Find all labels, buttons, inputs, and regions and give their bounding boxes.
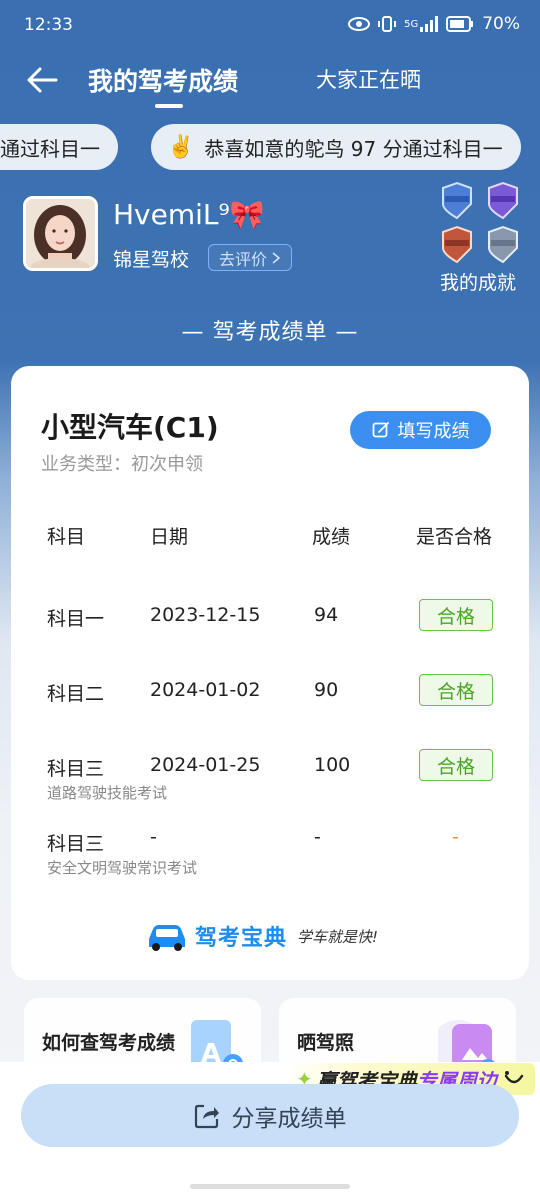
vibrate-icon	[378, 15, 397, 33]
badge-icon	[488, 181, 518, 220]
back-button[interactable]	[22, 60, 62, 100]
achievement-badges	[437, 180, 523, 264]
row-score: 100	[314, 754, 351, 776]
active-tab-indicator	[155, 104, 183, 108]
rate-school-button[interactable]: 去评价	[208, 244, 293, 271]
home-indicator[interactable]	[190, 1184, 350, 1189]
row-subject-note: 道路驾驶技能考试	[47, 784, 168, 802]
fill-score-button[interactable]: 填写成绩	[350, 411, 491, 449]
score-card: 小型汽车(C1) 业务类型：初次申领 填写成绩 科目 日期 成绩 是否合格 科目…	[11, 366, 529, 980]
marquee-text: 恭喜如意的鸵鸟 97 分通过科目一	[204, 136, 503, 161]
badge-icon	[442, 181, 472, 220]
row-date: -	[150, 826, 157, 848]
eye-icon	[348, 17, 371, 31]
signal-icon: 5G	[404, 16, 439, 32]
pass-badge: 合格	[419, 674, 493, 706]
my-achievements-button[interactable]: 我的成就	[433, 180, 523, 294]
fill-score-label: 填写成绩	[397, 421, 470, 442]
marquee-text: 通过科目一	[0, 136, 100, 161]
row-date: 2024-01-25	[150, 754, 261, 776]
congrats-marquee: 通过科目一 ✌️ 恭喜如意的鸵鸟 97 分通过科目一	[0, 124, 540, 170]
row-score: 94	[314, 604, 339, 626]
marquee-item: 通过科目一	[0, 124, 118, 170]
row-subject: 科目三	[47, 833, 105, 855]
row-subject-note: 安全文明驾驶常识考试	[47, 859, 198, 877]
tab-my-scores[interactable]: 我的驾考成绩	[88, 62, 238, 98]
column-header-pass: 是否合格	[416, 526, 493, 548]
row-result: -	[452, 826, 459, 848]
network-label: 5G	[404, 18, 419, 30]
marquee-item: ✌️ 恭喜如意的鸵鸟 97 分通过科目一	[151, 124, 521, 170]
smile-icon	[504, 1071, 523, 1084]
driving-school-name: 锦星驾校	[113, 249, 190, 271]
row-score: 90	[314, 679, 339, 701]
badge-icon	[442, 225, 472, 264]
share-label: 分享成绩单	[231, 1105, 347, 1132]
brand-slogan: 学车就是快!	[297, 927, 379, 946]
car-icon	[149, 925, 185, 951]
top-nav: 我的驾考成绩 大家正在晒	[0, 52, 540, 108]
status-icons: 5G 70%	[348, 14, 520, 34]
license-class: 小型汽车(C1)	[41, 411, 219, 444]
victory-hand-icon: ✌️	[167, 134, 195, 160]
battery-icon	[446, 16, 474, 32]
arrow-left-icon	[27, 67, 58, 93]
mini-card-label: 如何查驾考成绩	[42, 1032, 176, 1054]
row-score: -	[314, 826, 321, 848]
row-date: 2023-12-15	[150, 604, 261, 626]
tab-everyone-sharing[interactable]: 大家正在晒	[316, 64, 421, 94]
column-header-date: 日期	[150, 526, 189, 548]
column-header-subject: 科目	[47, 526, 86, 548]
status-time: 12:33	[24, 15, 73, 35]
pass-badge: 合格	[419, 599, 493, 631]
avatar[interactable]	[23, 196, 98, 271]
row-subject: 科目二	[47, 683, 105, 705]
mini-card-label: 晒驾照	[297, 1032, 355, 1054]
achievements-label: 我的成就	[439, 272, 516, 294]
pass-badge: 合格	[419, 749, 493, 781]
chevron-right-icon	[272, 251, 281, 264]
brand-name: 驾考宝典	[195, 926, 288, 951]
badge-icon	[488, 225, 518, 264]
username: HvemiL⁹🎀	[113, 198, 265, 231]
status-bar: 12:33 5G 70%	[0, 0, 540, 52]
row-subject: 科目三	[47, 758, 105, 780]
business-type: 业务类型：初次申领	[41, 454, 203, 475]
brand-logo: 驾考宝典 学车就是快!	[145, 920, 378, 952]
share-icon	[194, 1104, 219, 1128]
battery-level: 70%	[482, 14, 520, 34]
row-subject: 科目一	[47, 608, 105, 630]
rate-label: 去评价	[219, 249, 268, 269]
section-title: — 驾考成绩单 —	[181, 320, 359, 345]
share-scorecard-button[interactable]: 分享成绩单	[21, 1084, 519, 1147]
edit-icon	[372, 422, 389, 438]
column-header-score: 成绩	[312, 526, 351, 548]
row-date: 2024-01-02	[150, 679, 261, 701]
